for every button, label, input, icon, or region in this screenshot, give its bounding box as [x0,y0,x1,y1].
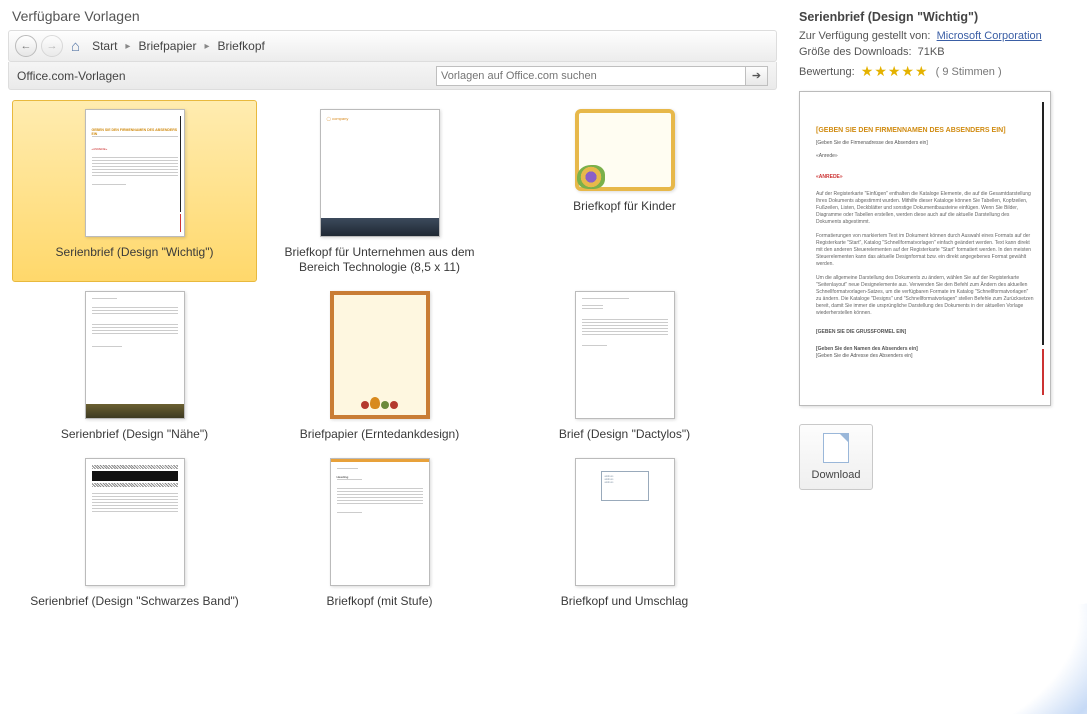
template-tile[interactable]: Briefkopf für Kinder [502,100,747,282]
breadcrumb-bar: ← → ⌂ Start ▸ Briefpapier ▸ Briefkopf [8,30,777,62]
provider-label: Zur Verfügung gestellt von: [799,30,930,42]
preview-sender-name: [Geben Sie den Namen des Absenders ein] [816,346,1034,353]
template-thumb: addressaddressaddress [575,458,675,586]
template-label: Briefkopf und Umschlag [561,594,688,609]
template-tile[interactable]: Serienbrief (Design "Schwarzes Band") [12,449,257,616]
preview-line: [Geben Sie die Firmenadresse des Absende… [816,140,1034,147]
template-thumb [575,109,675,191]
size-label: Größe des Downloads: [799,46,912,58]
templates-pane: Verfügbare Vorlagen ← → ⌂ Start ▸ Briefp… [0,0,785,714]
source-bar: Office.com-Vorlagen ➔ [8,62,777,90]
template-gallery[interactable]: GEBEN SIE DEN FIRMENNAMEN DES ABSENDERS … [8,90,785,714]
preview-sender-addr: [Geben Sie die Adresse des Absenders ein… [816,353,1034,360]
details-pane: Serienbrief (Design "Wichtig") Zur Verfü… [785,0,1087,714]
pane-title: Verfügbare Vorlagen [12,8,785,24]
template-label: Brief (Design "Dactylos") [559,427,690,442]
search-wrap: ➔ [436,66,768,86]
template-label: Briefkopf (mit Stufe) [326,594,432,609]
size-value: 71KB [918,46,945,58]
template-tile[interactable]: GEBEN SIE DEN FIRMENNAMEN DES ABSENDERS … [12,100,257,282]
search-input[interactable] [436,66,746,86]
preview-salutation: «ANREDE» [816,174,1034,181]
preview-closing: [GEBEN SIE DIE GRUSSFORMEL EIN] [816,329,1034,336]
template-label: Serienbrief (Design "Wichtig") [56,245,214,260]
votes-text: ( 9 Stimmen ) [936,66,1002,78]
template-tile[interactable]: addressaddressaddress Briefkopf und Umsc… [502,449,747,616]
breadcrumb-briefkopf[interactable]: Briefkopf [214,39,269,53]
rating-row: Bewertung: ★★★★★ ( 9 Stimmen ) [799,62,1077,79]
template-tile[interactable]: Serienbrief (Design "Nähe") [12,282,257,449]
template-tile[interactable]: Brief (Design "Dactylos") [502,282,747,449]
home-icon[interactable]: ⌂ [71,38,80,55]
template-thumb [85,458,185,586]
nav-forward-button[interactable]: → [41,35,63,57]
template-tile[interactable]: Heading Briefkopf (mit Stufe) [257,449,502,616]
template-label: Serienbrief (Design "Nähe") [61,427,208,442]
rating-label: Bewertung: [799,66,855,78]
preview-anrede: «Anrede» [816,153,1034,160]
download-button[interactable]: Download [799,424,873,490]
breadcrumb-briefpapier[interactable]: Briefpapier [134,39,200,53]
template-tile[interactable]: ◯ company Briefkopf für Unternehmen aus … [257,100,502,282]
provider-row: Zur Verfügung gestellt von: Microsoft Co… [799,30,1077,42]
star-icon: ★★★★★ [861,63,929,79]
template-thumb: ◯ company [320,109,440,237]
template-thumb: GEBEN SIE DEN FIRMENNAMEN DES ABSENDERS … [85,109,185,237]
details-title: Serienbrief (Design "Wichtig") [799,10,1077,24]
breadcrumb-start[interactable]: Start [88,39,121,53]
template-preview: [GEBEN SIE DEN FIRMENNAMEN DES ABSENDERS… [799,91,1051,406]
template-thumb [330,291,430,419]
template-thumb: Heading [330,458,430,586]
download-label: Download [812,469,861,481]
template-label: Serienbrief (Design "Schwarzes Band") [30,594,239,609]
size-row: Größe des Downloads: 71KB [799,46,1077,58]
preview-heading: [GEBEN SIE DEN FIRMENNAMEN DES ABSENDERS… [816,126,1034,136]
template-tile[interactable]: Briefpapier (Erntedankdesign) [257,282,502,449]
chevron-right-icon: ▸ [125,41,130,52]
nav-back-button[interactable]: ← [15,35,37,57]
preview-body: Auf der Registerkarte "Einfügen" enthalt… [816,191,1034,317]
template-label: Briefkopf für Unternehmen aus dem Bereic… [270,245,490,275]
provider-link[interactable]: Microsoft Corporation [937,30,1042,42]
search-go-button[interactable]: ➔ [746,66,768,86]
template-thumb [575,291,675,419]
template-label: Briefkopf für Kinder [573,199,676,214]
chevron-right-icon: ▸ [204,41,209,52]
template-label: Briefpapier (Erntedankdesign) [300,427,459,442]
document-icon [823,433,849,463]
source-label: Office.com-Vorlagen [17,69,126,83]
template-thumb [85,291,185,419]
